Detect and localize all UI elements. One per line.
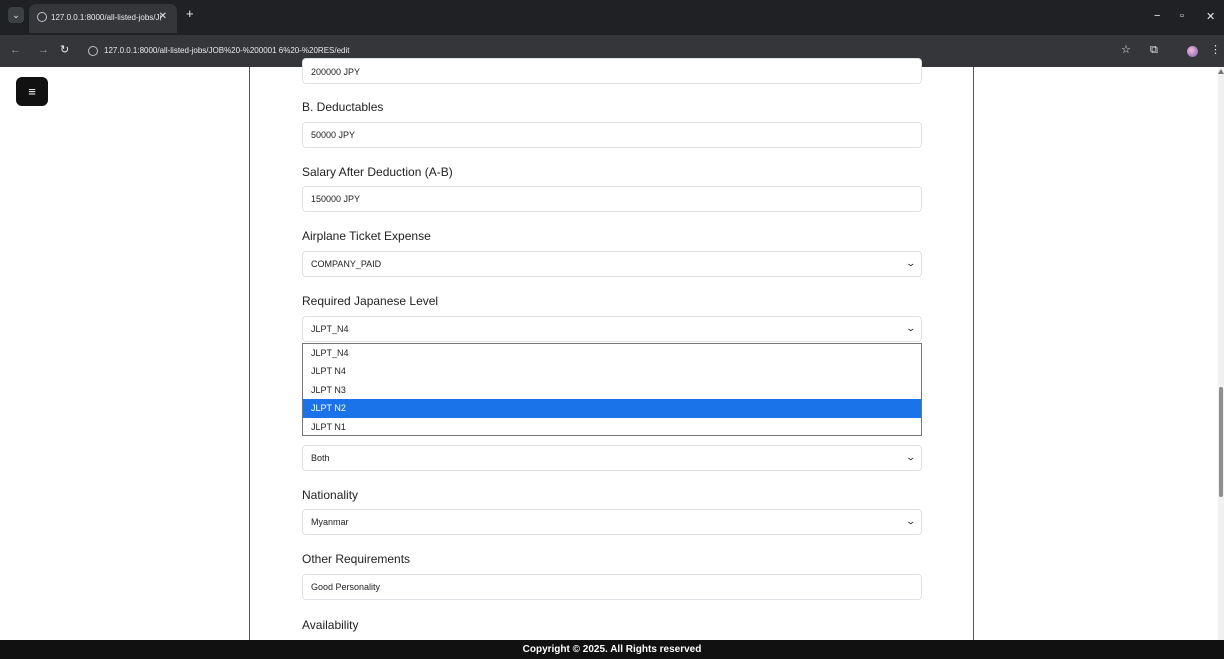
japanese-level-label: Required Japanese Level bbox=[302, 294, 439, 308]
both-select[interactable]: Both ⌄ bbox=[302, 445, 922, 471]
extensions-icon[interactable]: ⧉ bbox=[1150, 45, 1158, 56]
salary-after-deduction-input[interactable]: 150000 JPY bbox=[302, 186, 922, 212]
address-bar-url: 127.0.0.1:8000/all-listed-jobs/JOB%20-%2… bbox=[104, 46, 350, 55]
browser-menu-icon[interactable]: ⋮ bbox=[1210, 45, 1221, 56]
availability-label: Availability bbox=[302, 618, 359, 632]
other-requirements-label: Other Requirements bbox=[302, 552, 411, 566]
profile-avatar-icon[interactable] bbox=[1187, 46, 1198, 57]
airplane-ticket-select[interactable]: COMPANY_PAID ⌄ bbox=[302, 251, 922, 277]
dropdown-option[interactable]: JLPT N1 bbox=[303, 418, 921, 436]
bookmark-star-icon[interactable]: ☆ bbox=[1121, 45, 1131, 56]
new-tab-button[interactable]: + bbox=[186, 7, 194, 21]
page-scrollbar[interactable] bbox=[1218, 67, 1224, 640]
dropdown-option[interactable]: JLPT_N4 bbox=[303, 344, 921, 362]
airplane-ticket-value: COMPANY_PAID bbox=[311, 259, 382, 269]
chevron-down-icon: ⌄ bbox=[905, 258, 917, 268]
japanese-level-value: JLPT_N4 bbox=[311, 324, 349, 334]
salary-input[interactable]: 200000 JPY bbox=[302, 58, 922, 84]
deductables-value: 50000 JPY bbox=[311, 130, 356, 140]
salary-after-deduction-value: 150000 JPY bbox=[311, 194, 361, 204]
page-footer: Copyright © 2025. All Rights reserved bbox=[0, 640, 1224, 659]
chevron-down-icon: ⌄ bbox=[905, 452, 917, 462]
reload-icon[interactable]: ↻ bbox=[60, 45, 69, 56]
japanese-level-select[interactable]: JLPT_N4 ⌄ bbox=[302, 316, 922, 342]
other-requirements-input[interactable]: Good Personality bbox=[302, 574, 922, 600]
browser-tab[interactable]: 127.0.0.1:8000/all-listed-jobs/J( ✕ bbox=[29, 4, 177, 33]
scroll-up-arrow-icon[interactable] bbox=[1218, 69, 1224, 74]
nationality-select[interactable]: Myanmar ⌄ bbox=[302, 509, 922, 535]
salary-value: 200000 JPY bbox=[311, 67, 361, 77]
menu-toggle-button[interactable]: ≡ bbox=[16, 77, 48, 106]
browser-titlebar: ⌄ 127.0.0.1:8000/all-listed-jobs/J( ✕ + … bbox=[0, 0, 1224, 35]
dropdown-option[interactable]: JLPT N4 bbox=[303, 362, 921, 380]
salary-after-deduction-label: Salary After Deduction (A-B) bbox=[302, 165, 453, 179]
chevron-down-icon: ⌄ bbox=[905, 516, 917, 526]
page-content: ≡ 200000 JPY B. Deductables 50000 JPY Sa… bbox=[0, 58, 1224, 659]
dropdown-option-highlighted[interactable]: JLPT N2 bbox=[303, 399, 921, 418]
chevron-down-icon: ⌄ bbox=[905, 323, 917, 333]
scrollbar-thumb[interactable] bbox=[1219, 387, 1223, 497]
both-value: Both bbox=[311, 453, 330, 463]
airplane-ticket-label: Airplane Ticket Expense bbox=[302, 229, 431, 243]
site-info-icon[interactable] bbox=[88, 46, 98, 56]
nationality-value: Myanmar bbox=[311, 517, 349, 527]
deductables-label: B. Deductables bbox=[302, 100, 384, 114]
minimize-button[interactable]: − bbox=[1154, 10, 1160, 22]
tab-search-icon[interactable]: ⌄ bbox=[8, 7, 24, 23]
dropdown-option[interactable]: JLPT N3 bbox=[303, 381, 921, 399]
copyright-text: Copyright © 2025. All Rights reserved bbox=[522, 644, 702, 655]
forward-arrow-icon[interactable]: → bbox=[38, 45, 49, 56]
back-arrow-icon[interactable]: ← bbox=[10, 45, 21, 56]
tab-title: 127.0.0.1:8000/all-listed-jobs/J( bbox=[51, 13, 161, 22]
other-requirements-value: Good Personality bbox=[311, 582, 381, 592]
maximize-button[interactable]: ▫ bbox=[1180, 10, 1184, 22]
tab-close-icon[interactable]: ✕ bbox=[159, 11, 167, 22]
tab-favicon-icon bbox=[37, 12, 47, 22]
japanese-level-dropdown: JLPT_N4 JLPT N4 JLPT N3 JLPT N2 JLPT N1 bbox=[302, 343, 922, 436]
nationality-label: Nationality bbox=[302, 488, 359, 502]
close-window-button[interactable]: ✕ bbox=[1206, 10, 1215, 23]
deductables-input[interactable]: 50000 JPY bbox=[302, 122, 922, 148]
